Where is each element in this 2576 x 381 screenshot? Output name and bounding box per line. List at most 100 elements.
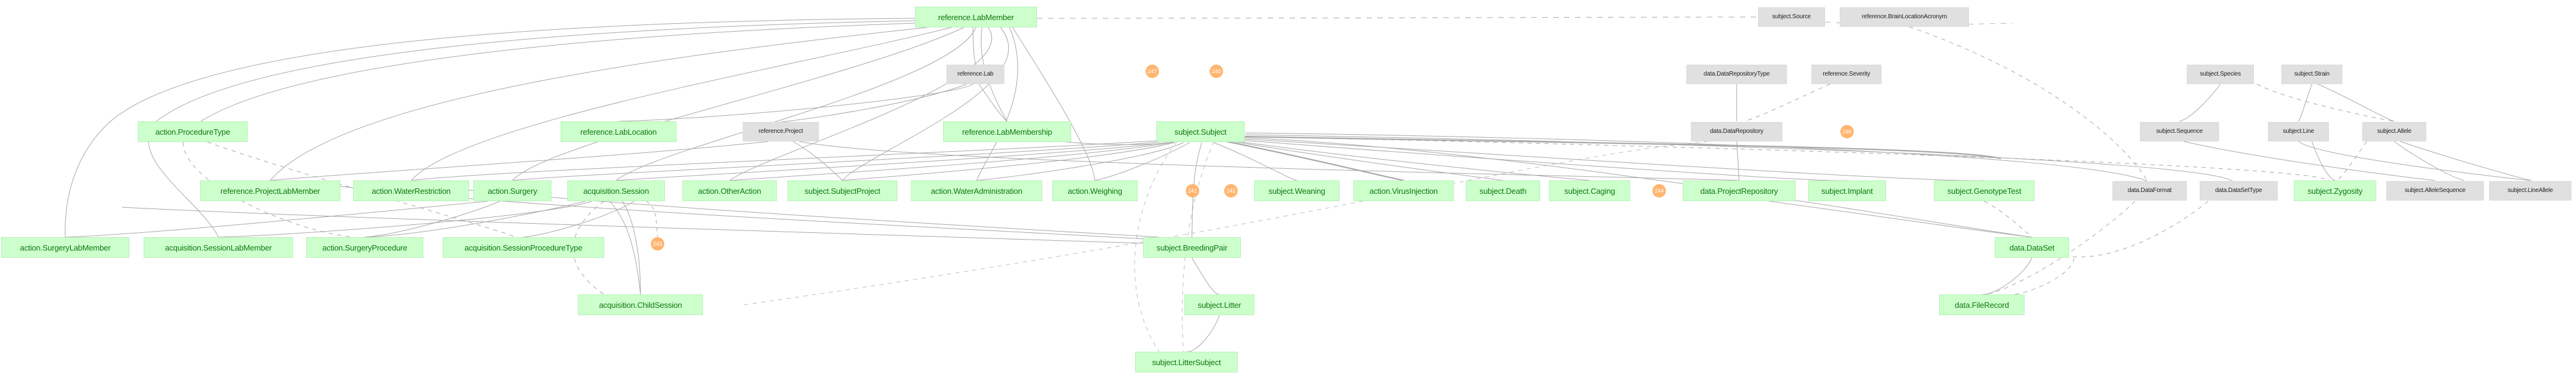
erd-node-label: subject.Implant bbox=[1821, 186, 1873, 196]
erd-node-label: data.DataFormat bbox=[2127, 187, 2172, 194]
erd-node-reference-lab[interactable]: reference.Lab bbox=[946, 65, 1005, 84]
erd-node-label: subject.LitterSubject bbox=[1152, 357, 1221, 367]
erd-alias-label: 242 bbox=[1226, 187, 1236, 194]
erd-node-subject-allele[interactable]: subject.Allele bbox=[2362, 122, 2427, 141]
erd-alias-node-242[interactable]: 242 bbox=[1224, 184, 1238, 198]
erd-node-label: reference.Severity bbox=[1823, 71, 1870, 77]
erd-alias-label: 240 bbox=[1211, 68, 1221, 74]
erd-node-data-dataformat[interactable]: data.DataFormat bbox=[2112, 181, 2187, 201]
erd-node-label: subject.Line bbox=[2283, 128, 2314, 135]
erd-node-subject-caging[interactable]: subject.Caging bbox=[1549, 180, 1631, 201]
erd-alias-label: 243 bbox=[653, 240, 662, 247]
erd-node-label: subject.Weaning bbox=[1268, 186, 1326, 196]
erd-node-reference-brainlocationacronym[interactable]: reference.BrainLocationAcronym bbox=[1840, 7, 1969, 27]
erd-node-subject-weaning[interactable]: subject.Weaning bbox=[1254, 180, 1340, 201]
erd-node-subject-allelesequence[interactable]: subject.AlleleSequence bbox=[2386, 181, 2484, 201]
erd-node-subject-lineallele[interactable]: subject.LineAllele bbox=[2489, 181, 2572, 201]
erd-node-action-surgeryprocedure[interactable]: action.SurgeryProcedure bbox=[306, 237, 423, 258]
erd-alias-node-244[interactable]: 244 bbox=[1652, 184, 1666, 198]
erd-node-action-waterrestriction[interactable]: action.WaterRestriction bbox=[353, 180, 469, 201]
erd-alias-node-243[interactable]: 243 bbox=[651, 237, 664, 251]
erd-node-label: action.Weighing bbox=[1067, 186, 1122, 196]
erd-node-label: subject.LineAllele bbox=[2507, 187, 2553, 194]
erd-node-subject-littersubject[interactable]: subject.LitterSubject bbox=[1135, 352, 1238, 372]
erd-node-reference-project[interactable]: reference.Project bbox=[742, 122, 819, 141]
erd-alias-node-241[interactable]: 241 bbox=[1186, 184, 1199, 198]
erd-node-label: subject.Allele bbox=[2377, 128, 2412, 135]
erd-node-label: subject.BreedingPair bbox=[1157, 243, 1227, 252]
erd-node-label: reference.ProjectLabMember bbox=[220, 186, 320, 196]
erd-node-subject-zygosity[interactable]: subject.Zygosity bbox=[2294, 180, 2377, 201]
erd-node-label: subject.Caging bbox=[1564, 186, 1615, 196]
erd-node-label: reference.LabMembership bbox=[962, 127, 1052, 137]
erd-node-label: reference.BrainLocationAcronym bbox=[1862, 13, 1947, 20]
erd-node-subject-litter[interactable]: subject.Litter bbox=[1184, 294, 1255, 315]
erd-alias-label: 244 bbox=[1654, 187, 1664, 194]
erd-node-action-virusinjection[interactable]: action.VirusInjection bbox=[1353, 180, 1454, 201]
erd-node-label: subject.Species bbox=[2200, 71, 2241, 77]
erd-canvas: reference.LabMember subject.Source referen… bbox=[0, 0, 2576, 381]
erd-node-reference-severity[interactable]: reference.Severity bbox=[1811, 65, 1882, 84]
erd-alias-node-247[interactable]: 247 bbox=[1146, 65, 1159, 78]
erd-node-label: action.WaterRestriction bbox=[371, 186, 451, 196]
erd-node-label: data.DataRepository bbox=[1710, 128, 1763, 135]
erd-alias-label: 241 bbox=[1188, 187, 1197, 194]
erd-node-subject-strain[interactable]: subject.Strain bbox=[2281, 65, 2342, 84]
erd-node-label: acquisition.SessionLabMember bbox=[165, 243, 272, 252]
erd-alias-node-246[interactable]: 246 bbox=[1840, 125, 1854, 138]
erd-node-action-surgerylabmember[interactable]: action.SurgeryLabMember bbox=[1, 237, 129, 258]
erd-node-data-filerecord[interactable]: data.FileRecord bbox=[1939, 294, 2025, 315]
erd-node-label: subject.GenotypeTest bbox=[1947, 186, 2022, 196]
erd-node-action-otheraction[interactable]: action.OtherAction bbox=[682, 180, 777, 201]
erd-node-reference-projectlabmember[interactable]: reference.ProjectLabMember bbox=[200, 180, 340, 201]
erd-node-label: data.DataRepositoryType bbox=[1703, 71, 1770, 77]
erd-node-acquisition-childsession[interactable]: acquisition.ChildSession bbox=[578, 294, 703, 315]
erd-node-label: data.DataSet bbox=[2009, 243, 2054, 252]
erd-node-data-datarepository[interactable]: data.DataRepository bbox=[1691, 122, 1782, 141]
erd-node-label: subject.Death bbox=[1479, 186, 1527, 196]
erd-node-label: subject.Litter bbox=[1197, 300, 1241, 310]
erd-node-data-projectrepository[interactable]: data.ProjectRepository bbox=[1682, 180, 1796, 201]
erd-node-label: reference.Project bbox=[758, 128, 803, 135]
erd-node-action-surgery[interactable]: action.Surgery bbox=[473, 180, 551, 201]
erd-node-action-proceduretype[interactable]: action.ProcedureType bbox=[138, 121, 248, 142]
erd-node-label: action.SurgeryProcedure bbox=[322, 243, 407, 252]
erd-node-action-wateradministration[interactable]: action.WaterAdministration bbox=[911, 180, 1042, 201]
erd-node-data-datarepositorytype[interactable]: data.DataRepositoryType bbox=[1686, 65, 1787, 84]
erd-node-action-weighing[interactable]: action.Weighing bbox=[1052, 180, 1138, 201]
erd-node-subject-subjectproject[interactable]: subject.SubjectProject bbox=[788, 180, 897, 201]
erd-node-subject-line[interactable]: subject.Line bbox=[2268, 122, 2329, 141]
erd-node-subject-implant[interactable]: subject.Implant bbox=[1808, 180, 1886, 201]
erd-alias-node-240[interactable]: 240 bbox=[1210, 65, 1223, 78]
erd-node-data-dataset[interactable]: data.DataSet bbox=[1995, 237, 2069, 258]
erd-node-label: action.VirusInjection bbox=[1369, 186, 1438, 196]
erd-node-label: action.ProcedureType bbox=[155, 127, 231, 137]
erd-node-subject-sequence[interactable]: subject.Sequence bbox=[2140, 122, 2219, 141]
erd-node-label: reference.Lab bbox=[957, 71, 994, 77]
erd-node-label: action.OtherAction bbox=[698, 186, 761, 196]
erd-node-reference-lablocation[interactable]: reference.LabLocation bbox=[561, 121, 676, 142]
erd-node-subject-source[interactable]: subject.Source bbox=[1758, 7, 1825, 27]
erd-node-label: subject.Strain bbox=[2294, 71, 2330, 77]
erd-node-label: reference.LabLocation bbox=[580, 127, 657, 137]
erd-node-label: acquisition.Session bbox=[583, 186, 649, 196]
erd-node-data-datasettype[interactable]: data.DataSetType bbox=[2200, 181, 2278, 201]
erd-node-subject-subject[interactable]: subject.Subject bbox=[1156, 121, 1245, 142]
erd-node-acquisition-sessionlabmember[interactable]: acquisition.SessionLabMember bbox=[143, 237, 293, 258]
erd-node-label: data.FileRecord bbox=[1954, 300, 2009, 310]
erd-node-acquisition-sessionproceduretype[interactable]: acquisition.SessionProcedureType bbox=[442, 237, 605, 258]
erd-node-label: action.Surgery bbox=[487, 186, 537, 196]
erd-node-acquisition-session[interactable]: acquisition.Session bbox=[567, 180, 665, 201]
erd-node-label: data.DataSetType bbox=[2215, 187, 2262, 194]
erd-node-reference-labmembership[interactable]: reference.LabMembership bbox=[943, 121, 1071, 142]
erd-node-label: subject.Subject bbox=[1174, 127, 1227, 137]
erd-node-subject-species[interactable]: subject.Species bbox=[2187, 65, 2254, 84]
erd-node-subject-breedingpair[interactable]: subject.BreedingPair bbox=[1143, 237, 1241, 258]
erd-node-label: subject.Sequence bbox=[2156, 128, 2203, 135]
erd-alias-label: 247 bbox=[1147, 68, 1157, 74]
erd-node-reference-labmember[interactable]: reference.LabMember bbox=[915, 7, 1037, 27]
erd-node-label: reference.LabMember bbox=[938, 12, 1014, 22]
erd-node-subject-death[interactable]: subject.Death bbox=[1466, 180, 1540, 201]
erd-node-label: acquisition.SessionProcedureType bbox=[464, 243, 583, 252]
erd-node-subject-genotypetest[interactable]: subject.GenotypeTest bbox=[1934, 180, 2035, 201]
